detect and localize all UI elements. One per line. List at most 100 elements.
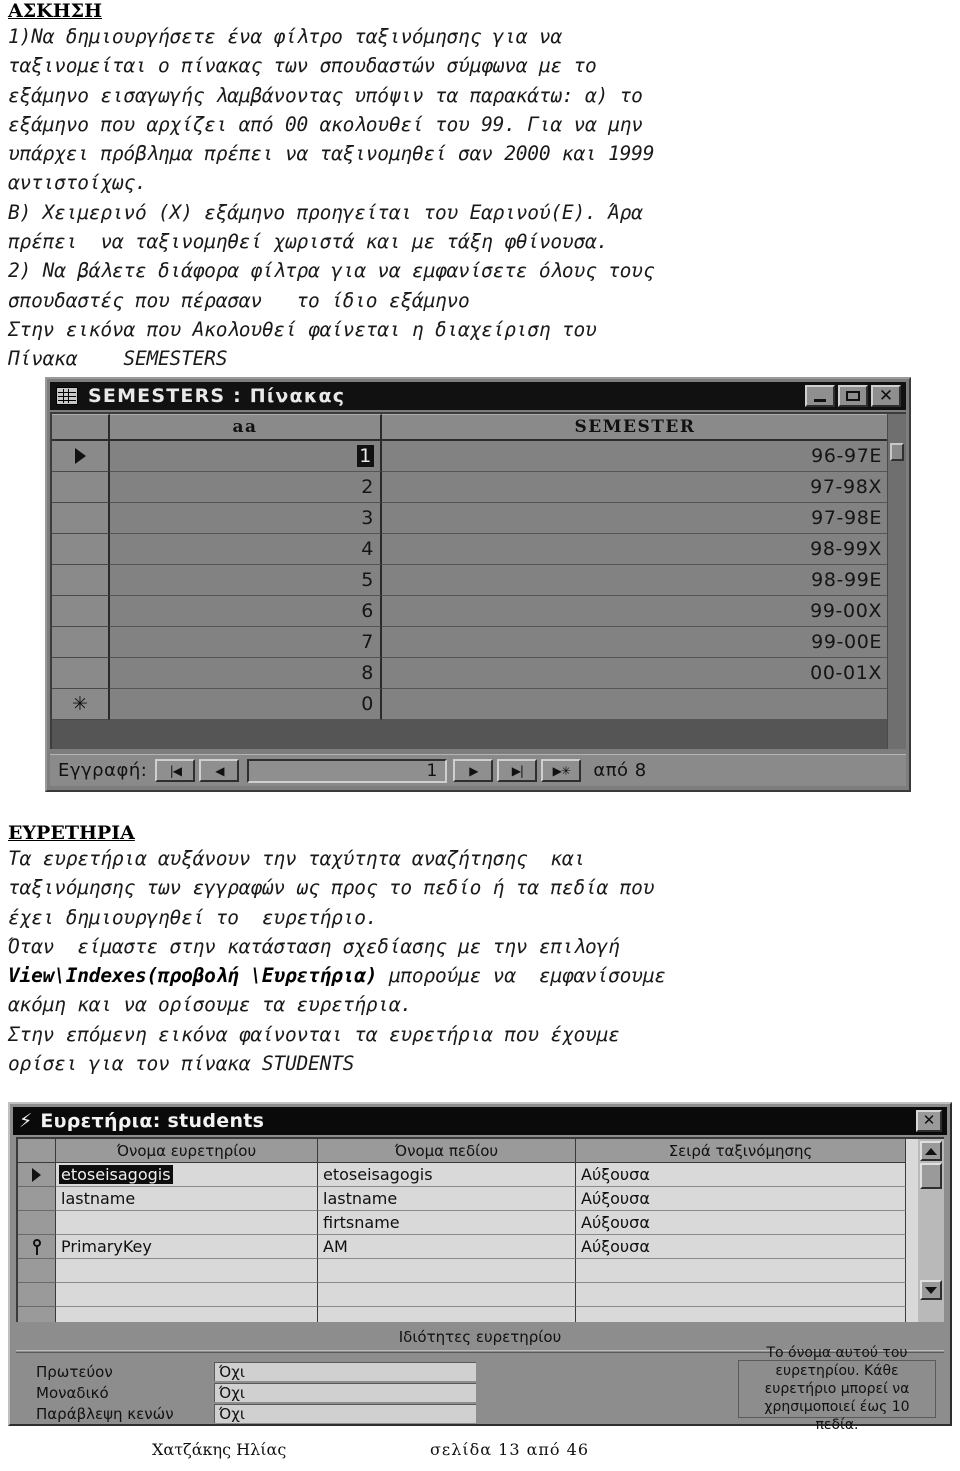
- vertical-scrollbar[interactable]: [918, 1139, 944, 1322]
- cell-sort-order[interactable]: Αύξουσα: [576, 1187, 906, 1211]
- cell-index-name[interactable]: [56, 1259, 318, 1283]
- cell-aa[interactable]: 6: [110, 596, 382, 627]
- cell-field-name[interactable]: firtsname: [318, 1211, 576, 1235]
- table-row[interactable]: firtsname Αύξουσα: [18, 1211, 944, 1235]
- row-selector[interactable]: [52, 596, 110, 627]
- row-selector[interactable]: [52, 658, 110, 689]
- table-row[interactable]: etoseisagogis etoseisagogis Αύξουσα: [18, 1163, 944, 1187]
- next-record-button[interactable]: ▶: [453, 759, 494, 782]
- cell-aa[interactable]: 1: [110, 441, 382, 472]
- cell-semester[interactable]: 98-99E: [382, 565, 890, 596]
- select-all-corner[interactable]: [52, 414, 110, 441]
- scroll-down-button[interactable]: [920, 1280, 942, 1300]
- cell-field-name[interactable]: [318, 1259, 576, 1283]
- cell-field-name[interactable]: AM: [318, 1235, 576, 1259]
- scrollbar-thumb[interactable]: [920, 1163, 942, 1189]
- table-row[interactable]: 1 96-97E: [52, 441, 890, 472]
- cell-semester[interactable]: 97-98X: [382, 472, 890, 503]
- cell-sort-order[interactable]: Αύξουσα: [576, 1235, 906, 1259]
- scrollbar-thumb[interactable]: [890, 443, 904, 461]
- table-row[interactable]: 6 99-00X: [52, 596, 890, 627]
- row-selector[interactable]: [52, 503, 110, 534]
- column-header-index-name[interactable]: Όνομα ευρετηρίου: [56, 1139, 318, 1163]
- table-row[interactable]: 8 00-01X: [52, 658, 890, 689]
- semesters-window-controls[interactable]: ✕: [805, 385, 901, 407]
- semesters-title-bar[interactable]: SEMESTERS : Πίνακας ✕: [50, 382, 906, 410]
- cell-sort-order[interactable]: [576, 1259, 906, 1283]
- cell-sort-order[interactable]: [576, 1283, 906, 1307]
- cell-index-name[interactable]: [56, 1211, 318, 1235]
- new-record-selector[interactable]: ✳: [52, 689, 110, 720]
- cell-aa[interactable]: 3: [110, 503, 382, 534]
- cell-aa[interactable]: 7: [110, 627, 382, 658]
- row-selector[interactable]: [18, 1187, 56, 1211]
- row-selector[interactable]: [52, 534, 110, 565]
- property-value-ignore-nulls[interactable]: Όχι: [214, 1404, 476, 1423]
- table-row[interactable]: lastname lastname Αύξουσα: [18, 1187, 944, 1211]
- row-selector-primary-key[interactable]: [18, 1235, 56, 1259]
- cell-semester[interactable]: 96-97E: [382, 441, 890, 472]
- column-header-aa[interactable]: aa: [110, 414, 382, 441]
- row-selector[interactable]: [18, 1283, 56, 1307]
- row-selector[interactable]: [52, 472, 110, 503]
- table-row[interactable]: [18, 1307, 944, 1322]
- table-row-new[interactable]: ✳ 0: [52, 689, 890, 720]
- cell-semester[interactable]: 97-98E: [382, 503, 890, 534]
- cell-semester[interactable]: 99-00X: [382, 596, 890, 627]
- cell-field-name[interactable]: lastname: [318, 1187, 576, 1211]
- last-record-button[interactable]: ▶|: [497, 759, 538, 782]
- indexes-grid[interactable]: Όνομα ευρετηρίου Όνομα πεδίου Σειρά ταξι…: [16, 1137, 944, 1322]
- table-row[interactable]: [18, 1259, 944, 1283]
- first-record-button[interactable]: |◀: [155, 759, 196, 782]
- cell-field-name[interactable]: etoseisagogis: [318, 1163, 576, 1187]
- row-selector[interactable]: [18, 1211, 56, 1235]
- close-button[interactable]: ✕: [916, 1110, 942, 1132]
- indexes-dialog-window[interactable]: ⚡ Ευρετήρια: students ✕ Όνομα ευρετηρίου…: [8, 1102, 952, 1433]
- row-selector[interactable]: [52, 627, 110, 658]
- cell-sort-order[interactable]: Αύξουσα: [576, 1163, 906, 1187]
- minimize-button[interactable]: [805, 385, 835, 407]
- row-selector[interactable]: [18, 1307, 56, 1322]
- property-value-unique[interactable]: Όχι: [214, 1383, 476, 1402]
- vertical-scrollbar[interactable]: [887, 414, 906, 749]
- cell-aa[interactable]: 5: [110, 565, 382, 596]
- cell-index-name[interactable]: [56, 1283, 318, 1307]
- cell-index-name[interactable]: [56, 1307, 318, 1322]
- property-row[interactable]: Μοναδικό Όχι: [36, 1382, 476, 1403]
- column-header-field-name[interactable]: Όνομα πεδίου: [318, 1139, 576, 1163]
- row-selector[interactable]: [52, 441, 110, 472]
- property-value-primary[interactable]: Όχι: [214, 1362, 476, 1381]
- new-record-button[interactable]: ▶✳: [541, 759, 582, 782]
- cell-field-name[interactable]: [318, 1307, 576, 1322]
- cell-semester[interactable]: 00-01X: [382, 658, 890, 689]
- row-selector[interactable]: [18, 1259, 56, 1283]
- indexes-title-bar[interactable]: ⚡ Ευρετήρια: students ✕: [13, 1107, 947, 1135]
- semesters-table-window[interactable]: SEMESTERS : Πίνακας ✕ aa SEMESTER 1 96-9…: [45, 377, 911, 792]
- record-navigator[interactable]: Εγγραφή: |◀ ◀ 1 ▶ ▶| ▶✳ από 8: [50, 754, 906, 786]
- previous-record-button[interactable]: ◀: [199, 759, 240, 782]
- cell-semester[interactable]: 99-00E: [382, 627, 890, 658]
- cell-aa[interactable]: 4: [110, 534, 382, 565]
- cell-field-name[interactable]: [318, 1283, 576, 1307]
- property-row[interactable]: Παράβλεψη κενών Όχι: [36, 1403, 476, 1424]
- cell-index-name[interactable]: lastname: [56, 1187, 318, 1211]
- table-row[interactable]: [18, 1283, 944, 1307]
- close-button[interactable]: ✕: [871, 385, 901, 407]
- cell-index-name[interactable]: PrimaryKey: [56, 1235, 318, 1259]
- cell-sort-order[interactable]: Αύξουσα: [576, 1211, 906, 1235]
- table-row[interactable]: 2 97-98X: [52, 472, 890, 503]
- table-row[interactable]: 5 98-99E: [52, 565, 890, 596]
- scroll-up-button[interactable]: [920, 1141, 942, 1161]
- property-row[interactable]: Πρωτεύον Όχι: [36, 1361, 476, 1382]
- row-selector[interactable]: [18, 1163, 56, 1187]
- table-row[interactable]: 3 97-98E: [52, 503, 890, 534]
- semesters-datasheet[interactable]: aa SEMESTER 1 96-97E 2 97-98X 3 97-98E 4: [50, 412, 906, 749]
- column-header-sort-order[interactable]: Σειρά ταξινόμησης: [576, 1139, 906, 1163]
- table-row[interactable]: 7 99-00E: [52, 627, 890, 658]
- cell-aa[interactable]: 8: [110, 658, 382, 689]
- maximize-button[interactable]: [838, 385, 868, 407]
- table-row[interactable]: PrimaryKey AM Αύξουσα: [18, 1235, 944, 1259]
- cell-index-name[interactable]: etoseisagogis: [56, 1163, 318, 1187]
- column-header-semester[interactable]: SEMESTER: [382, 414, 890, 441]
- row-selector[interactable]: [52, 565, 110, 596]
